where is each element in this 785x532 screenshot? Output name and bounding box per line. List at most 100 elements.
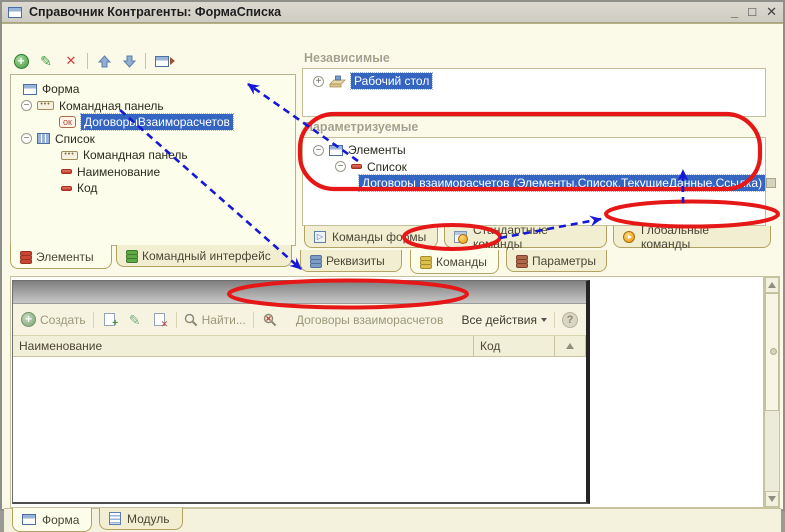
scroll-up-icon [768, 282, 776, 288]
tree-item-list[interactable]: − Список [15, 131, 291, 148]
close-button[interactable]: ✕ [766, 5, 777, 19]
tab-rekvizity[interactable]: Реквизиты [300, 250, 402, 272]
collapse-icon[interactable]: − [21, 100, 32, 111]
tab-label: Командный интерфейс [142, 249, 271, 263]
tree-item-label: Форма [42, 82, 79, 96]
tab-label: Реквизиты [326, 254, 385, 268]
help-button[interactable]: ? [562, 312, 578, 328]
splitter-grip[interactable] [766, 178, 776, 188]
tab-standartnye-komandy[interactable]: Стандартные команды [444, 226, 607, 248]
toolbar-separator [93, 312, 94, 328]
copy-doc-icon: + [104, 313, 115, 326]
edit-button[interactable]: ✎ [126, 311, 144, 329]
designer-window: Справочник Контрагенты: ФормаСписка _ □ … [0, 0, 785, 511]
commands-stack-icon [420, 256, 430, 268]
tree-item-dogovory-button[interactable]: ок ДоговорыВзаиморасчетов [15, 114, 291, 131]
desktop-icon [329, 75, 346, 88]
delete-doc-icon: ✕ [154, 313, 165, 326]
minimize-button[interactable]: _ [731, 5, 738, 19]
arrow-up-icon [98, 55, 111, 68]
pencil-icon: ✎ [129, 313, 141, 327]
module-doc-icon [109, 512, 121, 525]
tree-item-label-selected: ДоговорыВзаиморасчетов [81, 114, 233, 130]
tree-item-form[interactable]: Форма [15, 81, 291, 98]
form-settings-button[interactable] [153, 52, 177, 70]
tab-label: Глобальные команды [641, 223, 761, 251]
tree-item-list-command-bar[interactable]: ••• Командная панель [15, 147, 291, 164]
tree-item-command-bar[interactable]: − ••• Командная панель [15, 98, 291, 115]
find-label: Найти... [202, 313, 246, 327]
independent-list: + Рабочий стол [302, 68, 766, 117]
command-bar-icon: ••• [37, 101, 54, 110]
parametrized-list: − Элементы − Список Договоры взаиморасче… [302, 137, 766, 226]
form-icon [155, 56, 169, 67]
title-bar: Справочник Контрагенты: ФормаСписка _ □ … [2, 2, 783, 23]
tab-komandnyj-interfejs[interactable]: Командный интерфейс [116, 245, 292, 267]
move-down-button[interactable] [120, 52, 138, 70]
window-content: + ✎ ✕ Форма − ••• [2, 23, 783, 509]
table-scroll-up[interactable] [555, 336, 586, 356]
tree-item-elements[interactable]: − Элементы [305, 142, 763, 159]
delete-x-icon: ✕ [66, 53, 77, 69]
tree-item-code-field[interactable]: Код [15, 180, 291, 197]
tab-modul[interactable]: Модуль [99, 508, 183, 530]
tree-item-label: Командная панель [83, 148, 188, 162]
parametrized-header: Параметризуемые [304, 120, 418, 134]
tab-label: Команды формы [332, 230, 426, 244]
scrollbar-thumb[interactable] [765, 293, 779, 411]
attributes-stack-icon [310, 255, 320, 267]
collapse-icon[interactable]: − [335, 161, 346, 172]
vertical-scrollbar[interactable] [764, 276, 780, 508]
delete-button[interactable]: ✕ [62, 52, 80, 70]
tab-elementy[interactable]: Элементы [10, 245, 112, 269]
tab-komandy[interactable]: Команды [410, 250, 499, 274]
column-header-code[interactable]: Код [474, 336, 555, 356]
play-right-icon [170, 57, 175, 65]
tab-globalnye-komandy[interactable]: Глобальные команды [613, 226, 771, 248]
tree-item-label: Командная панель [59, 99, 164, 113]
preview-table-body[interactable] [13, 357, 586, 502]
tree-item-label: Элементы [348, 143, 406, 157]
maximize-button[interactable]: □ [748, 5, 756, 19]
parameters-stack-icon [516, 255, 526, 267]
tab-label: Стандартные команды [473, 223, 597, 251]
independent-header: Независимые [304, 51, 390, 65]
command-interface-stack-icon [126, 250, 136, 262]
create-button[interactable]: + Создать [21, 311, 86, 329]
toolbar-separator [145, 53, 146, 69]
tab-forma[interactable]: Форма [12, 508, 92, 532]
scrollbar-down-button[interactable] [765, 491, 779, 507]
elements-toolbar: + ✎ ✕ [12, 50, 177, 72]
list-item-rabochij-stol[interactable]: + Рабочий стол [305, 73, 763, 90]
tab-label: Параметры [532, 254, 596, 268]
all-actions-button[interactable]: Все действия [462, 313, 547, 327]
tab-parametry[interactable]: Параметры [506, 250, 607, 272]
form-icon [22, 514, 36, 525]
clear-search-button[interactable] [261, 311, 279, 329]
tree-item-list[interactable]: − Список [305, 159, 763, 176]
find-button[interactable]: Найти... [184, 311, 246, 329]
copy-button[interactable]: + [101, 311, 119, 329]
scroll-down-icon [768, 496, 776, 502]
dogovory-command-button[interactable]: Договоры взаиморасчетов [296, 313, 443, 327]
scrollbar-up-button[interactable] [765, 277, 779, 293]
form-elements-tree: Форма − ••• Командная панель ок Договоры… [10, 74, 296, 246]
collapse-icon[interactable]: − [313, 145, 324, 156]
magnifier-icon [184, 313, 198, 327]
tab-komandy-formy[interactable]: ▷ Команды формы [304, 226, 438, 248]
tree-item-global-command[interactable]: Договоры взаиморасчетов (Элементы.Список… [305, 175, 763, 192]
column-header-name[interactable]: Наименование [13, 336, 474, 356]
ok-button-icon: ок [59, 116, 76, 128]
tree-item-name-field[interactable]: Наименование [15, 164, 291, 181]
tab-label: Форма [42, 513, 79, 527]
edit-button[interactable]: ✎ [37, 52, 55, 70]
add-icon: + [21, 312, 36, 327]
add-icon: + [14, 54, 29, 69]
window-form-icon [8, 7, 22, 18]
command-bar-icon: ••• [61, 151, 78, 160]
expand-icon[interactable]: + [313, 76, 324, 87]
add-button[interactable]: + [12, 52, 30, 70]
delete-button[interactable]: ✕ [151, 311, 169, 329]
move-up-button[interactable] [95, 52, 113, 70]
collapse-icon[interactable]: − [21, 133, 32, 144]
